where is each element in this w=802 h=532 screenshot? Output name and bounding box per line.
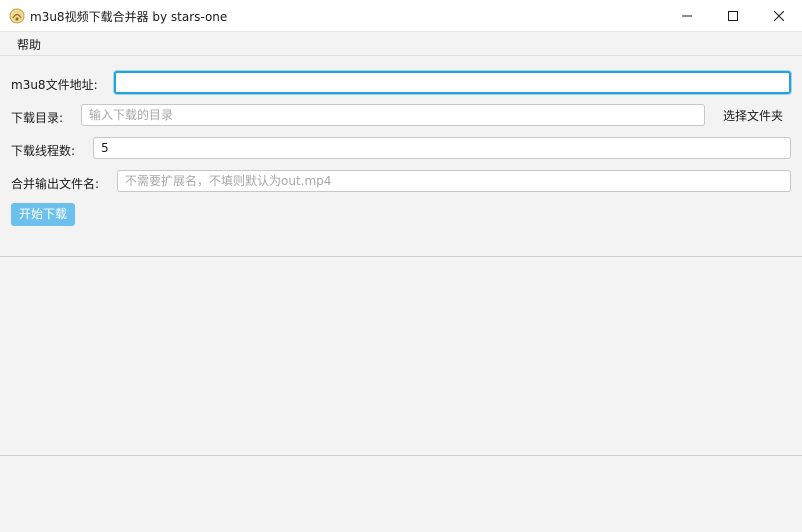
output-filename-input[interactable] [117, 170, 791, 192]
title-bar: m3u8视频下载合并器 by stars-one [0, 0, 802, 32]
m3u8-url-input[interactable] [114, 71, 791, 94]
maximize-button[interactable] [710, 0, 756, 32]
minimize-icon [682, 11, 692, 21]
close-icon [774, 11, 784, 21]
maximize-icon [728, 11, 738, 21]
threads-label: 下载线程数: [11, 144, 76, 158]
url-label: m3u8文件地址: [11, 78, 98, 92]
thread-count-input[interactable] [93, 137, 791, 159]
close-button[interactable] [756, 0, 802, 32]
menu-bar: 帮助 [0, 32, 802, 56]
log-output-area[interactable] [0, 256, 802, 456]
window-title: m3u8视频下载合并器 by stars-one [30, 10, 228, 24]
start-download-button[interactable]: 开始下载 [11, 203, 76, 226]
dir-label: 下载目录: [11, 111, 64, 125]
output-label: 合并输出文件名: [11, 177, 100, 191]
minimize-button[interactable] [664, 0, 710, 32]
app-logo-icon [9, 8, 25, 24]
menu-item-help[interactable]: 帮助 [10, 35, 48, 54]
download-dir-input[interactable] [81, 104, 705, 126]
choose-folder-button[interactable]: 选择文件夹 [716, 105, 790, 127]
